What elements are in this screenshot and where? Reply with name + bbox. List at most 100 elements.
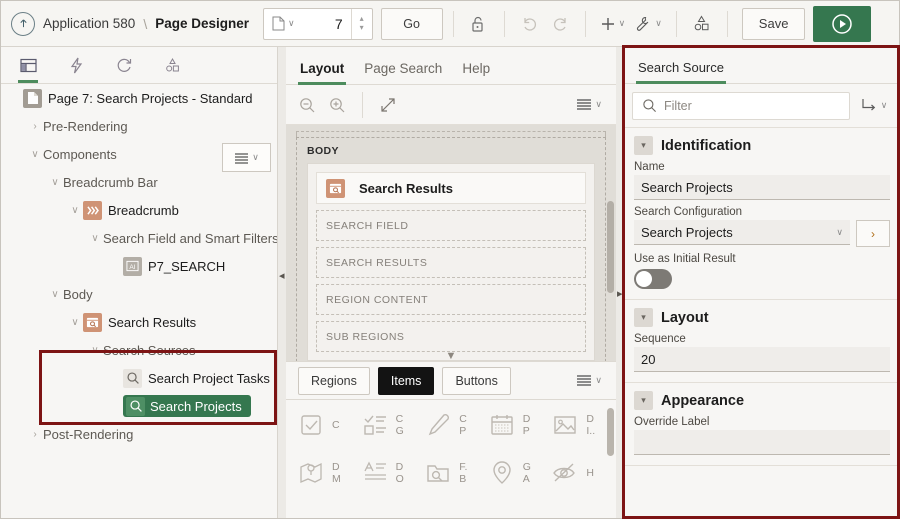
- processing-tab[interactable]: [109, 47, 139, 83]
- gallery-item[interactable]: H: [548, 456, 612, 490]
- gallery-scrollbar[interactable]: [607, 408, 614, 456]
- tree-twisty-icon[interactable]: ∨: [87, 233, 103, 244]
- chevron-down-icon[interactable]: ∨: [595, 99, 602, 110]
- tab-search-source[interactable]: Search Source: [636, 60, 726, 84]
- field-select-search-configuration[interactable]: Search Projects ∨: [634, 220, 850, 245]
- gallery-item[interactable]: CP: [421, 408, 485, 442]
- filter-input-wrapper[interactable]: Filter: [632, 91, 850, 120]
- gallery-tab-buttons[interactable]: Buttons: [442, 366, 511, 395]
- go-button[interactable]: Go: [380, 7, 443, 40]
- redo-icon[interactable]: [545, 9, 575, 39]
- tree-item-breadcrumb[interactable]: ∨ Breadcrumb: [1, 196, 277, 224]
- tab-help[interactable]: Help: [462, 61, 490, 84]
- left-splitter[interactable]: ◂: [278, 47, 286, 518]
- search-results-region-card[interactable]: Search Results SEARCH FIELD SEARCH RESULT…: [307, 163, 595, 361]
- gallery-item[interactable]: DM: [294, 456, 358, 490]
- tree-item-search-results[interactable]: ∨ Search Results: [1, 308, 277, 336]
- gallery-item[interactable]: DO: [358, 456, 422, 490]
- save-button[interactable]: Save: [741, 7, 806, 40]
- chevron-down-icon[interactable]: ∨: [836, 227, 843, 238]
- dynamic-actions-tab[interactable]: [61, 47, 91, 83]
- unlock-icon[interactable]: [464, 9, 494, 39]
- region-slot[interactable]: SUB REGIONS: [316, 321, 586, 352]
- page-icon[interactable]: ∨: [264, 16, 301, 31]
- layout-canvas[interactable]: BODY Search Results SEARCH FIELD SEARCH R…: [286, 125, 616, 361]
- rendering-tab[interactable]: [13, 47, 43, 83]
- tree-item-selected[interactable]: Search Projects: [123, 395, 251, 417]
- region-header[interactable]: Search Results: [316, 172, 586, 204]
- tree-item-p7-search[interactable]: AI P7_SEARCH: [1, 252, 277, 280]
- page-tree-menu-button[interactable]: ∨: [222, 143, 271, 172]
- tab-page-search[interactable]: Page Search: [364, 61, 442, 84]
- gallery-tab-items[interactable]: Items: [377, 366, 435, 395]
- tree-item-body[interactable]: ∨ Body: [1, 280, 277, 308]
- arrow-up-icon[interactable]: [11, 11, 35, 36]
- breadcrumb-application[interactable]: Application 580: [43, 16, 135, 31]
- goto-configuration-button[interactable]: ›: [856, 220, 890, 247]
- gallery-tab-regions[interactable]: Regions: [298, 366, 370, 395]
- tree-twisty-icon[interactable]: ∨: [67, 205, 83, 216]
- chevron-down-icon[interactable]: ∨: [252, 152, 259, 163]
- tree-twisty-icon[interactable]: ∨: [47, 177, 63, 188]
- gallery-item[interactable]: F. B: [421, 456, 485, 490]
- tab-layout[interactable]: Layout: [297, 61, 347, 85]
- chevron-down-icon[interactable]: ▾: [634, 391, 653, 410]
- gallery-item[interactable]: DP: [485, 408, 549, 442]
- region-slot[interactable]: SEARCH FIELD: [316, 210, 586, 241]
- gallery-menu-button[interactable]: ∨: [572, 366, 606, 396]
- components-icon[interactable]: [687, 9, 717, 39]
- gallery-item[interactable]: C: [294, 408, 358, 442]
- chevron-down-icon[interactable]: ∨: [288, 18, 295, 29]
- page-number-input[interactable]: 7: [301, 16, 351, 32]
- chevron-down-icon[interactable]: ▾: [634, 308, 653, 327]
- tree-item-search-project-tasks[interactable]: Search Project Tasks: [1, 364, 277, 392]
- chevron-down-icon[interactable]: ∨: [881, 100, 888, 111]
- region-slot[interactable]: REGION CONTENT: [316, 284, 586, 315]
- tree-twisty-icon[interactable]: ∨: [27, 149, 43, 160]
- tree-item-search-sources[interactable]: ∨ Search Sources: [1, 336, 277, 364]
- section-header-layout[interactable]: ▾ Layout: [634, 308, 890, 327]
- page-number-stepper[interactable]: ▴ ▾: [350, 8, 372, 39]
- zoom-in-icon[interactable]: [322, 90, 352, 120]
- gallery-item[interactable]: D I..: [548, 408, 612, 442]
- field-toggle-use-as-initial-result[interactable]: [634, 269, 672, 289]
- undo-icon[interactable]: [515, 9, 545, 39]
- chevron-down-icon[interactable]: ∨: [595, 375, 602, 386]
- filter-input[interactable]: Filter: [664, 99, 692, 113]
- utilities-button[interactable]: ∨: [629, 9, 666, 39]
- component-gallery[interactable]: C C G C P D P D I.. D M D O F. B G A H: [286, 399, 616, 517]
- tree-twisty-icon[interactable]: ∨: [87, 345, 103, 356]
- field-input-override-label[interactable]: [634, 430, 890, 455]
- run-button[interactable]: [813, 5, 872, 42]
- canvas-scrollbar[interactable]: [607, 201, 614, 293]
- field-input-sequence[interactable]: 20: [634, 347, 890, 372]
- tree-item-search-field-and-smart-filters[interactable]: ∨ Search Field and Smart Filters: [1, 224, 277, 252]
- page-shared-components-tab[interactable]: [157, 47, 187, 83]
- page-selector[interactable]: ∨ 7 ▴ ▾: [263, 7, 373, 40]
- tree-item-page-7-search-projects-standard[interactable]: Page 7: Search Projects - Standard: [1, 84, 277, 112]
- goto-group-button[interactable]: ∨: [856, 92, 892, 120]
- section-header-appearance[interactable]: ▾ Appearance: [634, 391, 890, 410]
- right-splitter[interactable]: ▸: [616, 47, 624, 518]
- tree-item-search-projects[interactable]: Search Projects: [1, 392, 277, 420]
- splitter-collapse-handle[interactable]: ▸: [617, 287, 623, 301]
- expand-icon[interactable]: [373, 90, 403, 120]
- layout-menu-button[interactable]: ∨: [572, 90, 606, 120]
- add-button[interactable]: ∨: [596, 9, 630, 39]
- gallery-item[interactable]: GA: [485, 456, 549, 490]
- gallery-item[interactable]: CG: [358, 408, 422, 442]
- region-slot[interactable]: SEARCH RESULTS: [316, 247, 586, 278]
- canvas-collapse-arrow[interactable]: ▼: [446, 350, 457, 361]
- tree-item-breadcrumb-bar[interactable]: ∨ Breadcrumb Bar: [1, 168, 277, 196]
- section-header-identification[interactable]: ▾ Identification: [634, 136, 890, 155]
- zoom-out-icon[interactable]: [292, 90, 322, 120]
- chevron-down-icon[interactable]: ∨: [655, 18, 662, 29]
- tree-item-post-rendering[interactable]: › Post-Rendering: [1, 420, 277, 448]
- tree-item-pre-rendering[interactable]: › Pre-Rendering: [1, 112, 277, 140]
- chevron-down-icon[interactable]: ∨: [619, 18, 626, 29]
- chevron-down-icon[interactable]: ▾: [634, 136, 653, 155]
- tree-twisty-icon[interactable]: ›: [27, 429, 43, 440]
- tree-twisty-icon[interactable]: ∨: [67, 317, 83, 328]
- field-input-name[interactable]: Search Projects: [634, 175, 890, 200]
- tree-twisty-icon[interactable]: ∨: [47, 289, 63, 300]
